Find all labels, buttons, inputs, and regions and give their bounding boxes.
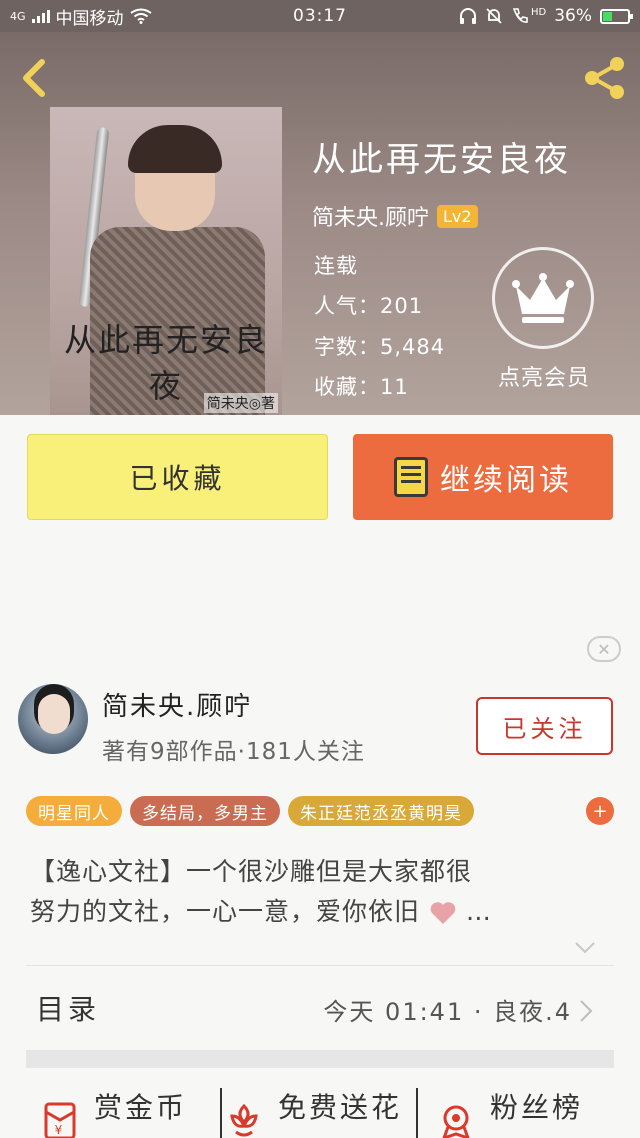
follow-label: 已关注 [502,714,587,743]
divider [26,965,614,966]
tab-reward-coins[interactable]: ¥ 赏金币 [40,1086,187,1138]
status-bar: 4G 中国移动 03:17 HD 36% [0,0,640,32]
share-icon[interactable] [580,54,628,102]
chevron-right-icon[interactable] [578,998,594,1024]
book-cover[interactable]: 从此再无安良夜 简未央◎著 [50,107,282,415]
carrier-label: 中国移动 [55,8,124,29]
tab-reward-coins-label: 赏金币 [94,1091,188,1124]
collected-button[interactable]: 已收藏 [27,434,328,520]
continue-reading-label: 继续阅读 [440,463,572,498]
catalog-label[interactable]: 目录 [36,988,100,1028]
battery-percent: 36% [554,6,592,26]
tab-free-flowers[interactable]: 免费送花 [224,1086,402,1138]
collected-label: 已收藏 [129,462,226,495]
book-header: 从此再无安良夜 简未央◎著 从此再无安良夜 简未央.顾咛 Lv2 连载 人气：2… [0,32,640,415]
signal-icon [31,9,50,23]
description-line-2: 努力的文社，一心一意，爱你依旧 … [30,892,598,932]
cover-author: 简未央◎著 [203,393,278,413]
tag-list: 明星同人 多结局，多男主 朱正廷范丞丞黄明昊 [26,796,474,826]
battery-icon [600,8,633,24]
tag-item[interactable]: 明星同人 [26,796,122,826]
headset-icon [459,8,476,24]
hd-label: HD [530,6,547,18]
back-icon[interactable] [16,58,56,98]
book-description[interactable]: 【逸心文社】一个很沙雕但是大家都很 努力的文社，一心一意，爱你依旧 … [30,852,598,932]
status-right: HD 36% [459,6,633,26]
description-ellipsis: … [465,897,492,926]
catalog-latest-chapter[interactable]: 今天 01:41 · 良夜.4 [323,992,572,1027]
author-meta: 著有9部作品·181人关注 [102,739,365,765]
ranking-icon [442,1105,470,1138]
vip-label[interactable]: 点亮会员 [484,360,604,392]
author-name[interactable]: 简未央.顾咛 [102,686,252,723]
wifi-icon [129,8,152,24]
status-left: 4G 中国移动 [10,4,152,29]
mute-bell-icon [486,8,502,24]
tab-fan-ranking-label: 粉丝榜 [490,1091,584,1124]
tab-divider [416,1088,418,1138]
cover-figure-hair [128,125,222,173]
continue-reading-button[interactable]: 继续阅读 [353,434,613,520]
book-author[interactable]: 简未央.顾咛 [312,200,429,232]
tab-divider [220,1088,222,1138]
follow-button[interactable]: 已关注 [476,697,613,755]
level-badge: Lv2 [437,204,478,228]
crown-icon [512,273,574,323]
tag-item[interactable]: 朱正廷范丞丞黄明昊 [288,796,474,826]
book-author-row[interactable]: 简未央.顾咛 Lv2 [312,200,478,232]
flower-icon [230,1103,258,1137]
red-envelope-icon: ¥ [44,1102,76,1138]
call-hd-icon [512,8,528,23]
svg-text:¥: ¥ [55,1123,66,1137]
chevron-down-icon[interactable] [574,940,596,956]
book-popularity: 人气：201 [314,294,424,318]
book-title: 从此再无安良夜 [312,140,571,180]
close-icon[interactable]: ✕ [587,636,621,662]
tab-free-flowers-label: 免费送花 [278,1091,403,1124]
add-tag-button[interactable]: + [586,797,614,825]
section-separator [26,1050,614,1068]
vip-button[interactable] [492,247,594,349]
description-line-2-text: 努力的文社，一心一意，爱你依旧 [30,897,421,926]
book-status: 连载 [314,254,358,278]
description-line-1: 【逸心文社】一个很沙雕但是大家都很 [30,857,473,886]
book-icon [394,457,428,497]
heart-icon [430,902,456,924]
book-favorites: 收藏：11 [314,375,409,399]
network-label: 4G [10,9,26,23]
book-word-count: 字数：5,484 [314,335,446,359]
author-avatar[interactable] [18,684,88,754]
tab-fan-ranking[interactable]: 粉丝榜 [436,1086,583,1138]
tag-item[interactable]: 多结局，多男主 [130,796,280,826]
